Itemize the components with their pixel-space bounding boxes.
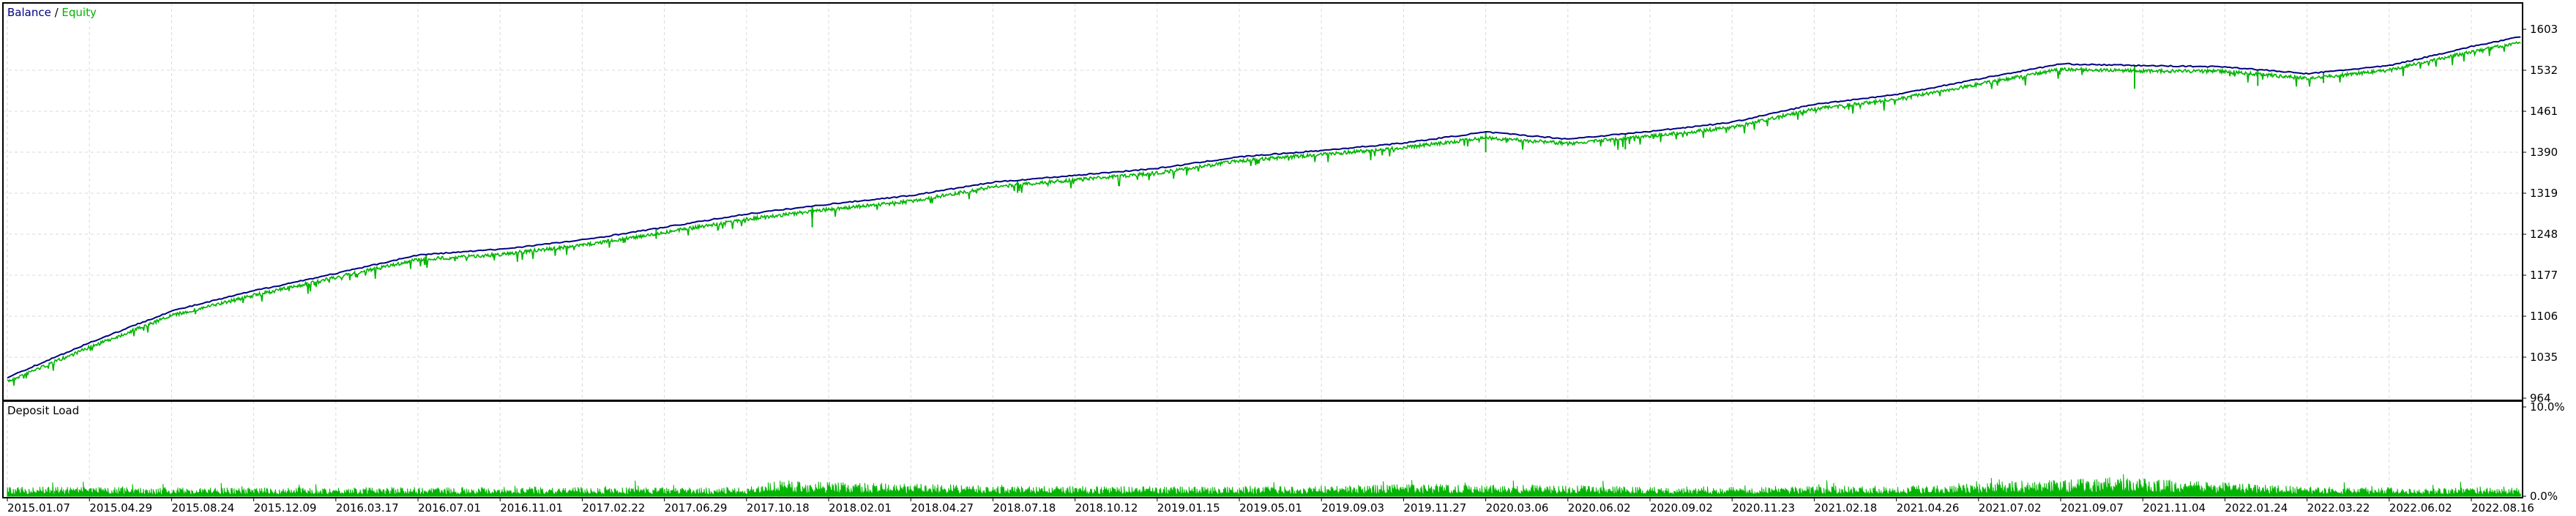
x-tick-label: 2019.01.15 [1157,501,1220,515]
x-tick-label: 2021.07.02 [1979,501,2042,515]
x-tick-label: 2017.02.22 [582,501,645,515]
y-tick-label: 1532 [2530,64,2558,77]
y-tick-label: 1603 [2530,23,2558,36]
deposit-load-title: Deposit Load [7,404,79,417]
x-tick-label: 2015.04.29 [89,501,152,515]
y-tick-label: 1177 [2530,269,2558,282]
x-tick-label: 2022.08.16 [2471,501,2534,515]
x-tick-label: 2016.07.01 [418,501,481,515]
chart-background [0,0,2576,516]
y-tick-label: 1035 [2530,351,2558,364]
y-tick-label: 1390 [2530,146,2558,159]
x-tick-label: 2015.12.09 [254,501,317,515]
y-tick-label: 1106 [2530,310,2558,323]
backtest-report-chart: 160315321461139013191248117711061035964 … [0,0,2576,516]
x-tick-label: 2022.03.22 [2307,501,2370,515]
x-tick-label: 2019.09.03 [1321,501,1384,515]
y-tick-label: 1319 [2530,187,2558,200]
x-tick-label: 2016.11.01 [500,501,563,515]
x-tick-label: 2018.02.01 [829,501,892,515]
legend-balance: Balance [7,6,51,19]
x-tick-label: 2020.03.06 [1486,501,1549,515]
x-tick-label: 2021.02.18 [1814,501,1877,515]
x-tick-label: 2018.10.12 [1075,501,1138,515]
y-tick-label: 1248 [2530,228,2558,241]
x-tick-label: 2022.06.02 [2389,501,2452,515]
x-tick-label: 2019.11.27 [1403,501,1466,515]
x-tick-label: 2021.04.26 [1897,501,1960,515]
x-tick-label: 2015.01.07 [7,501,70,515]
bottom-y-tick-label: 10.0% [2530,400,2565,414]
x-tick-label: 2017.06.29 [665,501,728,515]
legend-separator: / [51,6,62,19]
x-tick-label: 2018.04.27 [911,501,974,515]
x-tick-label: 2017.10.18 [747,501,810,515]
x-tick-label: 2019.05.01 [1239,501,1302,515]
x-tick-label: 2020.06.02 [1568,501,1631,515]
x-tick-label: 2020.11.23 [1732,501,1795,515]
x-tick-label: 2016.03.17 [336,501,399,515]
legend-equity: Equity [61,6,97,19]
x-tick-label: 2022.01.24 [2225,501,2288,515]
legend: Balance / Equity [7,6,97,19]
x-tick-label: 2021.09.07 [2061,501,2124,515]
x-tick-label: 2015.08.24 [171,501,234,515]
y-tick-label: 1461 [2530,105,2558,118]
x-tick-label: 2021.11.04 [2143,501,2206,515]
x-tick-label: 2018.07.18 [993,501,1056,515]
x-tick-label: 2020.09.02 [1650,501,1713,515]
